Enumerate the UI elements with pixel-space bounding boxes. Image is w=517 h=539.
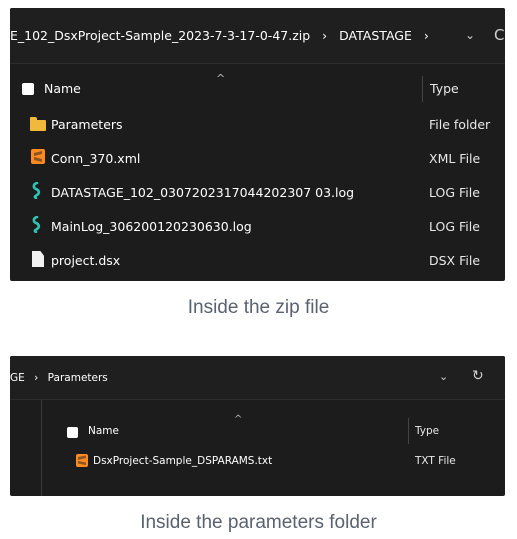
file-type: File folder	[429, 117, 491, 132]
path-separator-icon: ›	[322, 28, 328, 43]
select-all-checkbox[interactable]	[22, 83, 34, 95]
column-divider[interactable]	[422, 76, 423, 102]
path-segment-zip[interactable]: E_102_DsxProject-Sample_2023-7-3-17-0-47…	[10, 28, 310, 43]
file-type: LOG File	[429, 219, 480, 234]
file-row[interactable]: project.dsx DSX File	[10, 246, 505, 278]
refresh-icon[interactable]: ↻	[472, 368, 484, 384]
top-explorer-window: E_102_DsxProject-Sample_2023-7-3-17-0-47…	[10, 8, 505, 281]
log-file-icon	[32, 216, 41, 233]
file-type: DSX File	[429, 253, 481, 268]
sort-ascending-icon: ^	[234, 414, 243, 425]
path-segment-datastage[interactable]: DATASTAGE	[339, 28, 412, 43]
file-row[interactable]: DsxProject-Sample_DSPARAMS.txt TXT File	[42, 450, 505, 476]
select-all-checkbox[interactable]	[67, 427, 78, 438]
file-type: TXT File	[415, 455, 456, 467]
column-divider[interactable]	[408, 418, 409, 444]
file-type: LOG File	[429, 185, 480, 200]
log-file-icon	[32, 182, 41, 199]
file-name: DATASTAGE_102_0307202317044202307 03.log	[51, 185, 355, 200]
file-row[interactable]: Parameters File folder	[10, 110, 505, 142]
column-header-type[interactable]: Type	[430, 81, 459, 96]
document-icon	[32, 251, 44, 267]
path-segment-parameters[interactable]: Parameters	[48, 372, 108, 384]
path-segment-parent[interactable]: GE	[10, 372, 25, 384]
file-row[interactable]: MainLog_306200120230630.log LOG File	[10, 212, 505, 244]
address-bar[interactable]: E_102_DsxProject-Sample_2023-7-3-17-0-47…	[10, 8, 505, 64]
sort-ascending-icon: ^	[216, 72, 226, 85]
file-name: Conn_370.xml	[51, 151, 141, 166]
refresh-icon[interactable]: C	[494, 26, 504, 44]
file-name: MainLog_306200120230630.log	[51, 219, 252, 234]
navigation-pane-divider	[41, 400, 42, 496]
file-name: Parameters	[51, 117, 123, 132]
path-separator-icon[interactable]: ›	[424, 28, 429, 43]
file-name: project.dsx	[51, 253, 121, 268]
path-separator-icon: ›	[34, 372, 39, 384]
chevron-down-icon[interactable]: ⌄	[439, 370, 448, 383]
caption-zip: Inside the zip file	[187, 297, 330, 318]
file-row[interactable]: DATASTAGE_102_0307202317044202307 03.log…	[10, 178, 505, 210]
file-row[interactable]: Conn_370.xml XML File	[10, 144, 505, 176]
bottom-explorer-window: GE › Parameters ⌄ ↻ ^ Name Type DsxProje…	[10, 356, 505, 496]
chevron-down-icon[interactable]: ⌄	[465, 28, 475, 42]
file-type: XML File	[429, 151, 481, 166]
sublime-text-icon	[31, 149, 45, 164]
address-bar[interactable]: GE › Parameters ⌄ ↻	[10, 356, 505, 400]
address-path[interactable]: GE › Parameters	[10, 372, 108, 384]
column-header-name[interactable]: Name	[44, 81, 81, 96]
caption-parameters: Inside the parameters folder	[140, 512, 377, 533]
file-name: DsxProject-Sample_DSPARAMS.txt	[93, 455, 273, 467]
sublime-text-icon	[76, 454, 88, 467]
address-path[interactable]: E_102_DsxProject-Sample_2023-7-3-17-0-47…	[10, 28, 429, 43]
column-header-type[interactable]: Type	[415, 425, 439, 437]
folder-icon	[30, 117, 46, 131]
column-header-name[interactable]: Name	[88, 425, 119, 437]
